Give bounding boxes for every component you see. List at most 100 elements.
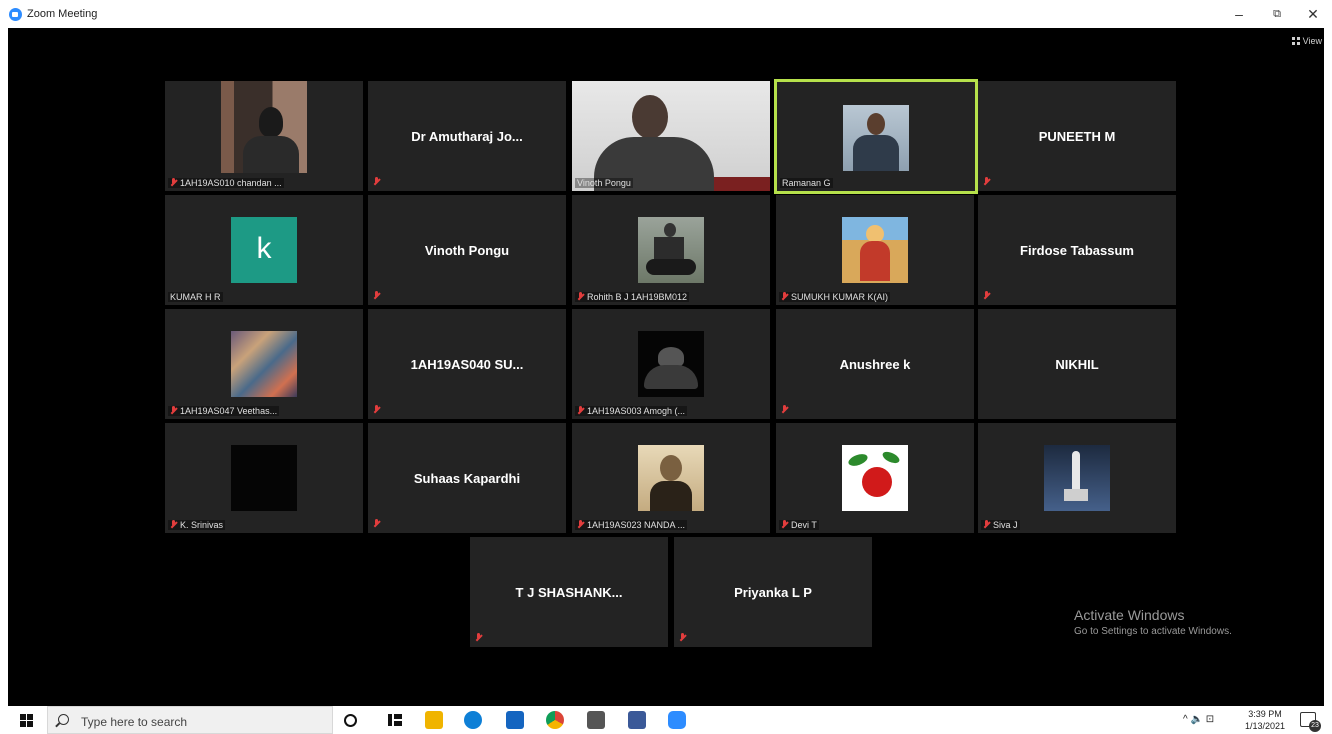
- store-icon[interactable]: [587, 711, 605, 729]
- participant-tile[interactable]: Devi T: [776, 423, 974, 533]
- participant-name: PUNEETH M: [1038, 129, 1116, 144]
- participant-name: Suhaas Kapardhi: [413, 471, 521, 486]
- participant-tile[interactable]: Dr Amutharaj Jo...: [368, 81, 566, 191]
- participant-label: Vinoth Pongu: [575, 178, 633, 188]
- notification-icon[interactable]: 23: [1300, 712, 1321, 732]
- zoom-window: Zoom Meeting – ⧉ ✕ View 1AH19AS010 chand…: [0, 0, 1332, 734]
- mic-muted-icon: [373, 177, 380, 186]
- participant-label: Ramanan G: [780, 178, 833, 188]
- participant-tile[interactable]: T J SHASHANK...: [470, 537, 668, 647]
- participant-label: 1AH19AS003 Amogh (...: [575, 406, 688, 416]
- edge-icon[interactable]: [464, 711, 482, 729]
- search-box[interactable]: Type here to search: [47, 706, 333, 734]
- mic-muted-icon: [983, 291, 990, 300]
- mail-icon[interactable]: [506, 711, 524, 729]
- participant-tile[interactable]: NIKHIL: [978, 309, 1176, 419]
- mic-muted-icon: [781, 405, 788, 414]
- app-icon[interactable]: [628, 711, 646, 729]
- participant-label: Devi T: [779, 520, 819, 530]
- chrome-icon[interactable]: [546, 711, 564, 729]
- participant-tile[interactable]: 1AH19AS040 SU...: [368, 309, 566, 419]
- participant-label: SUMUKH KUMAR K(AI): [779, 292, 891, 302]
- avatar: k: [231, 217, 297, 283]
- file-explorer-icon[interactable]: [425, 711, 443, 729]
- participant-tile[interactable]: Suhaas Kapardhi: [368, 423, 566, 533]
- mic-muted-icon: [170, 406, 177, 415]
- mic-muted-icon: [781, 292, 788, 301]
- mic-muted-icon: [373, 519, 380, 528]
- avatar: [1044, 445, 1110, 511]
- taskbar: Type here to search ^ 🔈 ⊡ 3:39 PM 1/13/2…: [0, 706, 1332, 734]
- mic-muted-icon: [577, 406, 584, 415]
- participant-tile[interactable]: PUNEETH M: [978, 81, 1176, 191]
- participant-name: Firdose Tabassum: [1020, 243, 1134, 258]
- participant-tile[interactable]: 1AH19AS047 Veethas...: [165, 309, 363, 419]
- avatar: [231, 445, 297, 511]
- participant-tile[interactable]: SUMUKH KUMAR K(AI): [776, 195, 974, 305]
- participant-tile[interactable]: K. Srinivas: [165, 423, 363, 533]
- grid-icon: [1291, 37, 1300, 45]
- avatar: [842, 445, 908, 511]
- participant-label: Rohith B J 1AH19BM012: [575, 292, 690, 302]
- gallery-view: View 1AH19AS010 chandan ... Dr Amutharaj…: [8, 28, 1324, 706]
- minimize-button[interactable]: –: [1222, 3, 1256, 25]
- mic-muted-icon: [781, 520, 788, 529]
- participant-tile[interactable]: 1AH19AS023 NANDA ...: [572, 423, 770, 533]
- window-title: Zoom Meeting: [27, 8, 98, 20]
- participant-label: 1AH19AS047 Veethas...: [168, 406, 280, 416]
- participant-name: Vinoth Pongu: [424, 243, 510, 258]
- system-tray[interactable]: ^ 🔈 ⊡: [1183, 706, 1214, 734]
- mic-muted-icon: [983, 177, 990, 186]
- participant-tile[interactable]: Anushree k: [776, 309, 974, 419]
- participant-name: T J SHASHANK...: [515, 585, 623, 600]
- mic-muted-icon: [373, 291, 380, 300]
- mic-muted-icon: [577, 292, 584, 301]
- participant-label: 1AH19AS010 chandan ...: [168, 178, 284, 188]
- participant-name: Priyanka L P: [734, 585, 812, 600]
- participant-tile[interactable]: 1AH19AS010 chandan ...: [165, 81, 363, 191]
- task-view-icon[interactable]: [386, 711, 404, 729]
- participant-name: Anushree k: [839, 357, 911, 372]
- mic-muted-icon: [577, 520, 584, 529]
- participant-label: K. Srinivas: [168, 520, 226, 530]
- mic-muted-icon: [373, 405, 380, 414]
- participant-video: [221, 81, 307, 173]
- mic-muted-icon: [679, 633, 686, 642]
- participant-label: Siva J: [981, 520, 1020, 530]
- participant-video: [572, 81, 770, 191]
- participant-tile[interactable]: Firdose Tabassum: [978, 195, 1176, 305]
- participant-tile[interactable]: Vinoth Pongu: [368, 195, 566, 305]
- avatar: [638, 331, 704, 397]
- avatar: [231, 331, 297, 397]
- restore-button[interactable]: ⧉: [1260, 3, 1294, 25]
- participant-tile[interactable]: 1AH19AS003 Amogh (...: [572, 309, 770, 419]
- participant-tile[interactable]: Siva J: [978, 423, 1176, 533]
- windows-start-icon[interactable]: [20, 714, 33, 727]
- participant-video: [843, 105, 909, 171]
- clock[interactable]: 3:39 PM 1/13/2021: [1240, 708, 1290, 732]
- search-icon: [58, 714, 69, 725]
- zoom-logo-icon: [9, 8, 22, 21]
- view-button[interactable]: View: [1291, 36, 1322, 46]
- participant-name: Dr Amutharaj Jo...: [411, 129, 523, 144]
- mic-muted-icon: [170, 178, 177, 187]
- avatar: [842, 217, 908, 283]
- avatar: [638, 445, 704, 511]
- avatar: [638, 217, 704, 283]
- participant-tile[interactable]: Rohith B J 1AH19BM012: [572, 195, 770, 305]
- mic-muted-icon: [475, 633, 482, 642]
- participant-label: 1AH19AS023 NANDA ...: [575, 520, 688, 530]
- mic-muted-icon: [170, 520, 177, 529]
- cortana-icon[interactable]: [344, 714, 357, 727]
- participant-name: NIKHIL: [1055, 357, 1099, 372]
- activate-windows-watermark: Activate Windows Go to Settings to activ…: [1074, 607, 1232, 637]
- participant-tile[interactable]: k KUMAR H R: [165, 195, 363, 305]
- zoom-taskbar-icon[interactable]: [668, 711, 686, 729]
- participant-tile-active-speaker[interactable]: Ramanan G: [774, 79, 978, 194]
- mic-muted-icon: [983, 520, 990, 529]
- participant-label: KUMAR H R: [168, 292, 223, 302]
- participant-tile[interactable]: Priyanka L P: [674, 537, 872, 647]
- close-button[interactable]: ✕: [1296, 3, 1330, 25]
- participant-tile[interactable]: Vinoth Pongu: [572, 81, 770, 191]
- participant-name: 1AH19AS040 SU...: [410, 357, 524, 372]
